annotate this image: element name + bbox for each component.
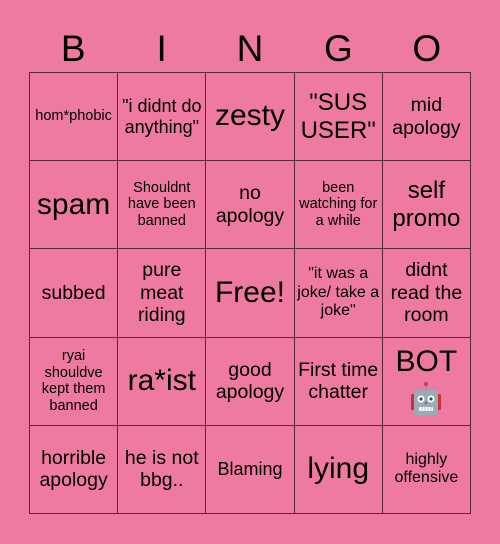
header-letter-g: G	[323, 28, 353, 69]
cell-text: ryai shouldve kept them banned	[41, 347, 106, 414]
header-letter-o: O	[412, 28, 442, 69]
cell-text: good apology	[215, 358, 285, 404]
bingo-cell[interactable]: "i didnt do anything"	[118, 73, 207, 162]
header-letter-i: I	[156, 28, 167, 69]
bingo-cell[interactable]: Blaming	[206, 425, 295, 514]
header-letter-b: B	[60, 28, 86, 69]
bingo-cell[interactable]: no apology	[206, 161, 295, 250]
bingo-cell[interactable]: Shouldnt have been banned	[118, 161, 207, 250]
bingo-cell[interactable]: spam	[30, 161, 119, 250]
bingo-cell[interactable]: hom*phobic	[30, 73, 119, 162]
cell-text: Free!	[214, 275, 285, 309]
cell-text: ra*ist	[127, 363, 196, 397]
bingo-cell[interactable]: highly offensive	[382, 425, 471, 514]
bingo-header: B I N G O	[29, 26, 471, 72]
bingo-grid: hom*phobic "i didnt do anything" zesty "…	[29, 72, 471, 514]
bingo-cell[interactable]: ryai shouldve kept them banned	[30, 337, 119, 426]
bingo-cell[interactable]: good apology	[206, 337, 295, 426]
bingo-cell[interactable]: lying	[294, 425, 383, 514]
bingo-cell[interactable]: been watching for a while	[294, 161, 383, 250]
bingo-cell[interactable]: mid apology	[382, 73, 471, 162]
cell-text: pure meat riding	[137, 259, 186, 327]
cell-text: BOT	[395, 344, 458, 378]
bingo-cell[interactable]: ra*ist	[118, 337, 207, 426]
bingo-cell[interactable]: he is not bbg..	[118, 425, 207, 514]
bingo-cell[interactable]: horrible apology	[30, 425, 119, 514]
robot-icon	[411, 382, 442, 416]
bingo-cell[interactable]: zesty	[206, 73, 295, 162]
free-space-cell[interactable]: Free!	[206, 249, 295, 338]
cell-text: lying	[307, 452, 370, 486]
cell-text: he is not bbg..	[124, 446, 199, 492]
cell-text: horrible apology	[39, 446, 108, 492]
cell-text: "it was a joke/ take a joke"	[297, 265, 380, 320]
bingo-cell[interactable]: First time chatter	[294, 337, 383, 426]
cell-text: hom*phobic	[35, 108, 112, 125]
cell-text: Shouldnt have been banned	[127, 179, 196, 230]
header-letter-n: N	[236, 28, 264, 69]
cell-text: didnt read the room	[390, 259, 463, 327]
cell-text: no apology	[215, 182, 285, 227]
bingo-cell[interactable]: "it was a joke/ take a joke"	[294, 249, 383, 338]
bingo-cell[interactable]: "SUS USER"	[294, 73, 383, 162]
cell-text: "SUS USER"	[300, 89, 376, 144]
cell-text: highly offensive	[394, 451, 459, 487]
cell-text: First time chatter	[298, 358, 379, 404]
bingo-cell[interactable]: self promo	[382, 161, 471, 250]
cell-text: been watching for a while	[299, 179, 378, 230]
cell-text: self promo	[392, 177, 461, 232]
cell-text: mid apology	[392, 94, 461, 139]
cell-text: zesty	[214, 99, 285, 133]
cell-text: Blaming	[217, 459, 283, 480]
cell-text: subbed	[41, 281, 106, 304]
cell-text: "i didnt do anything"	[122, 95, 202, 137]
bingo-cell[interactable]: didnt read the room	[382, 249, 471, 338]
bingo-cell[interactable]: BOT	[382, 337, 471, 426]
bingo-cell[interactable]: pure meat riding	[118, 249, 207, 338]
bingo-cell[interactable]: subbed	[30, 249, 119, 338]
cell-text: spam	[36, 187, 111, 221]
